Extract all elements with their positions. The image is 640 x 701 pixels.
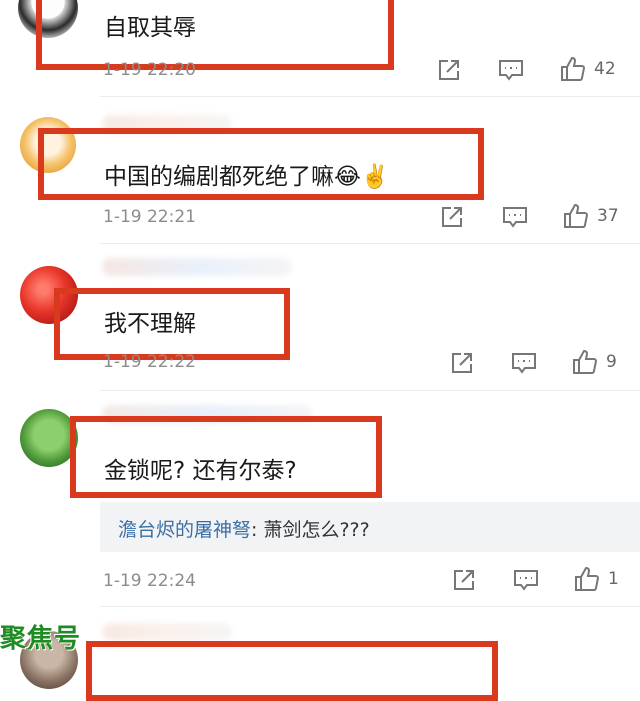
like-button[interactable]: 1: [574, 566, 619, 592]
comment-item: [0, 607, 640, 701]
reply-separator: :: [251, 519, 264, 541]
share-icon: [442, 207, 462, 227]
reply-body: 萧剑怎么???: [263, 519, 370, 541]
reply-box[interactable]: 澹台烬的屠神弩: 萧剑怎么???: [100, 502, 640, 552]
comment-button[interactable]: [511, 351, 537, 375]
share-button[interactable]: [452, 568, 476, 592]
share-icon: [439, 60, 459, 80]
comment-time: 1-19 22:21: [103, 207, 196, 227]
share-icon: [452, 353, 472, 373]
highlight-box: [86, 641, 498, 701]
highlight-box: [70, 416, 382, 498]
comment-button[interactable]: [498, 58, 524, 82]
comment-icon: [499, 60, 523, 81]
like-button[interactable]: 42: [560, 56, 616, 82]
like-count: 37: [597, 206, 619, 226]
like-count: 42: [594, 59, 616, 79]
share-button[interactable]: [440, 205, 464, 229]
username[interactable]: [102, 258, 292, 276]
watermark: 聚焦号: [0, 624, 82, 654]
comment-button[interactable]: [513, 568, 539, 592]
comment-item: 我不理解 1-19 22:22 9: [0, 244, 640, 390]
reply-username[interactable]: 澹台烬的屠神弩: [118, 519, 251, 541]
like-icon: [575, 566, 600, 591]
like-icon: [561, 56, 586, 81]
comment-time: 1-19 22:22: [103, 352, 196, 372]
comment-icon: [514, 570, 538, 591]
highlight-box: [36, 0, 394, 70]
like-button[interactable]: 37: [563, 203, 619, 229]
share-button[interactable]: [450, 351, 474, 375]
like-icon: [573, 349, 598, 374]
username[interactable]: [102, 623, 232, 641]
comment-button[interactable]: [502, 205, 528, 229]
like-button[interactable]: 9: [572, 349, 617, 375]
highlight-box: [38, 128, 484, 200]
comment-time: 1-19 22:20: [103, 60, 196, 80]
like-icon: [564, 203, 589, 228]
like-count: 1: [608, 569, 619, 589]
comment-icon: [503, 207, 527, 228]
reply-text: 澹台烬的屠神弩: 萧剑怎么???: [118, 515, 370, 542]
share-button[interactable]: [437, 58, 461, 82]
comment-item: 中国的编剧都死绝了嘛😂✌️ 1-19 22:21 37: [0, 97, 640, 243]
comment-item: 自取其辱 1-19 22:20 42: [0, 0, 640, 95]
highlight-box: [54, 288, 290, 360]
comment-time: 1-19 22:24: [103, 571, 196, 591]
comment-item: 金锁呢? 还有尔泰? 澹台烬的屠神弩: 萧剑怎么??? 1-19 22:24 1: [0, 391, 640, 605]
comment-icon: [512, 353, 536, 374]
share-icon: [454, 570, 474, 590]
like-count: 9: [606, 352, 617, 372]
